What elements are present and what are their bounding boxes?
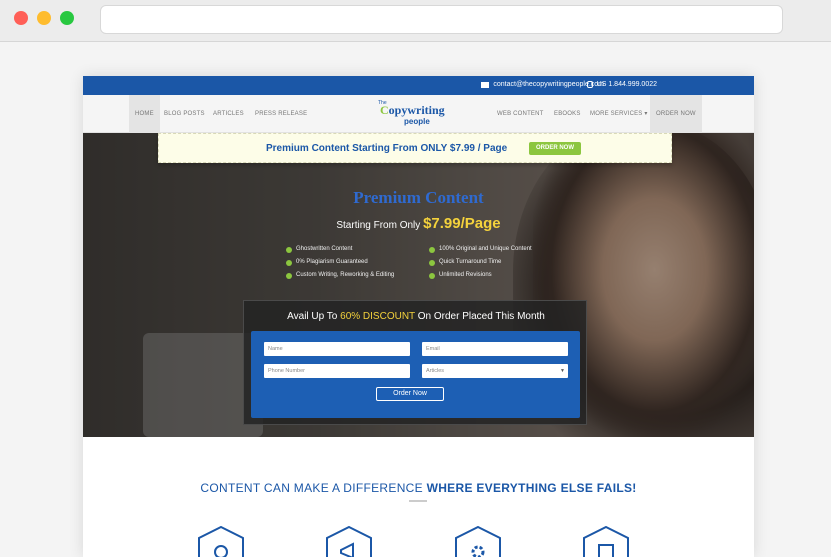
- feature-item: 0% Plagiarism Guaranteed: [286, 256, 394, 269]
- top-contact-bar: contact@thecopywritingpeople.com US 1.84…: [83, 76, 754, 95]
- address-bar[interactable]: [100, 5, 783, 34]
- close-window-button[interactable]: [14, 11, 28, 25]
- form-heading-a: Avail Up To: [287, 311, 341, 322]
- browser-chrome: [0, 0, 831, 42]
- feature-item: 100% Original and Unique Content: [429, 243, 532, 256]
- hero-subtitle: Starting From Only $7.99/Page: [83, 215, 754, 232]
- browser-viewport: contact@thecopywritingpeople.com US 1.84…: [0, 42, 831, 557]
- hero-subtitle-text: Starting From Only: [336, 220, 421, 231]
- feature-label: Ghostwritten Content: [296, 246, 353, 252]
- tagline: CONTENT CAN MAKE A DIFFERENCE WHERE EVER…: [83, 481, 754, 495]
- contact-email[interactable]: contact@thecopywritingpeople.com: [481, 81, 604, 88]
- contact-phone-text: US 1.844.999.0022: [596, 81, 657, 88]
- check-icon: [429, 246, 435, 253]
- feature-item: Quick Turnaround Time: [429, 256, 532, 269]
- order-now-button[interactable]: Order Now: [376, 387, 444, 401]
- order-form: Avail Up To 60% DISCOUNT On Order Placed…: [243, 300, 587, 425]
- nav-item-ebooks[interactable]: EBOOKS: [554, 95, 581, 133]
- check-icon: [286, 272, 292, 279]
- logo-people: people: [404, 117, 430, 126]
- hero-section: Premium Content Starting From ONLY $7.99…: [83, 133, 754, 437]
- content-type-value: Articles: [426, 368, 445, 374]
- feature-item: Custom Writing, Reworking & Editing: [286, 269, 394, 282]
- promo-order-button[interactable]: ORDER NOW: [529, 142, 581, 155]
- content-writing-icon[interactable]: [197, 526, 245, 557]
- check-icon: [429, 272, 435, 279]
- logo-c: C: [380, 103, 389, 117]
- promo-banner: Premium Content Starting From ONLY $7.99…: [158, 133, 672, 163]
- feature-label: Unlimited Revisions: [439, 272, 492, 278]
- nav-item-more-services[interactable]: MORE SERVICES ▾: [590, 95, 648, 133]
- feature-label: Quick Turnaround Time: [439, 259, 502, 265]
- logo-copywriting: Copywriting: [380, 103, 445, 118]
- main-nav: HOME BLOG POSTS ARTICLES PRESS RELEASE T…: [83, 95, 754, 133]
- megaphone-icon[interactable]: [325, 526, 373, 557]
- site-logo[interactable]: The Copywriting people: [378, 100, 458, 128]
- chevron-down-icon: ▼: [560, 368, 565, 374]
- form-heading-discount: 60% DISCOUNT: [340, 311, 415, 322]
- features-left: Ghostwritten Content 0% Plagiarism Guara…: [286, 243, 394, 282]
- section-divider: [409, 500, 427, 502]
- gear-icon[interactable]: [454, 526, 502, 557]
- phone-field[interactable]: Phone Number: [264, 364, 410, 378]
- check-icon: [429, 259, 435, 266]
- check-icon: [286, 259, 292, 266]
- nav-item-home[interactable]: HOME: [129, 95, 160, 133]
- contact-phone[interactable]: US 1.844.999.0022: [586, 81, 657, 88]
- hero-price: $7.99/Page: [423, 215, 501, 232]
- nav-item-press-release[interactable]: PRESS RELEASE: [255, 95, 307, 133]
- nav-item-order-now[interactable]: ORDER NOW: [650, 95, 702, 133]
- form-heading-b: On Order Placed This Month: [414, 311, 545, 322]
- email-field[interactable]: Email: [422, 342, 568, 356]
- nav-item-blog-posts[interactable]: BLOG POSTS: [164, 95, 205, 133]
- website: contact@thecopywritingpeople.com US 1.84…: [83, 76, 754, 557]
- nav-item-articles[interactable]: ARTICLES: [213, 95, 244, 133]
- document-icon[interactable]: [582, 526, 630, 557]
- mail-icon: [481, 81, 490, 88]
- feature-item: Unlimited Revisions: [429, 269, 532, 282]
- feature-label: Custom Writing, Reworking & Editing: [296, 272, 395, 278]
- promo-text: Premium Content Starting From ONLY $7.99…: [266, 143, 508, 154]
- feature-item: Ghostwritten Content: [286, 243, 394, 256]
- content-type-select[interactable]: Articles ▼: [422, 364, 568, 378]
- feature-label: 0% Plagiarism Guaranteed: [296, 259, 368, 265]
- check-icon: [286, 246, 292, 253]
- tagline-b: WHERE EVERYTHING ELSE FAILS!: [426, 481, 637, 495]
- minimize-window-button[interactable]: [37, 11, 51, 25]
- form-panel: Name Email Phone Number Articles ▼ Order…: [251, 331, 580, 418]
- tagline-a: CONTENT CAN MAKE A DIFFERENCE: [200, 481, 427, 495]
- name-field[interactable]: Name: [264, 342, 410, 356]
- logo-opywriting: opywriting: [388, 103, 445, 117]
- nav-item-web-content[interactable]: WEB CONTENT: [497, 95, 544, 133]
- features-right: 100% Original and Unique Content Quick T…: [429, 243, 532, 282]
- feature-label: 100% Original and Unique Content: [439, 246, 532, 252]
- phone-icon: [586, 81, 593, 88]
- form-heading: Avail Up To 60% DISCOUNT On Order Placed…: [244, 311, 588, 322]
- hero-title: Premium Content: [353, 188, 484, 207]
- maximize-window-button[interactable]: [60, 11, 74, 25]
